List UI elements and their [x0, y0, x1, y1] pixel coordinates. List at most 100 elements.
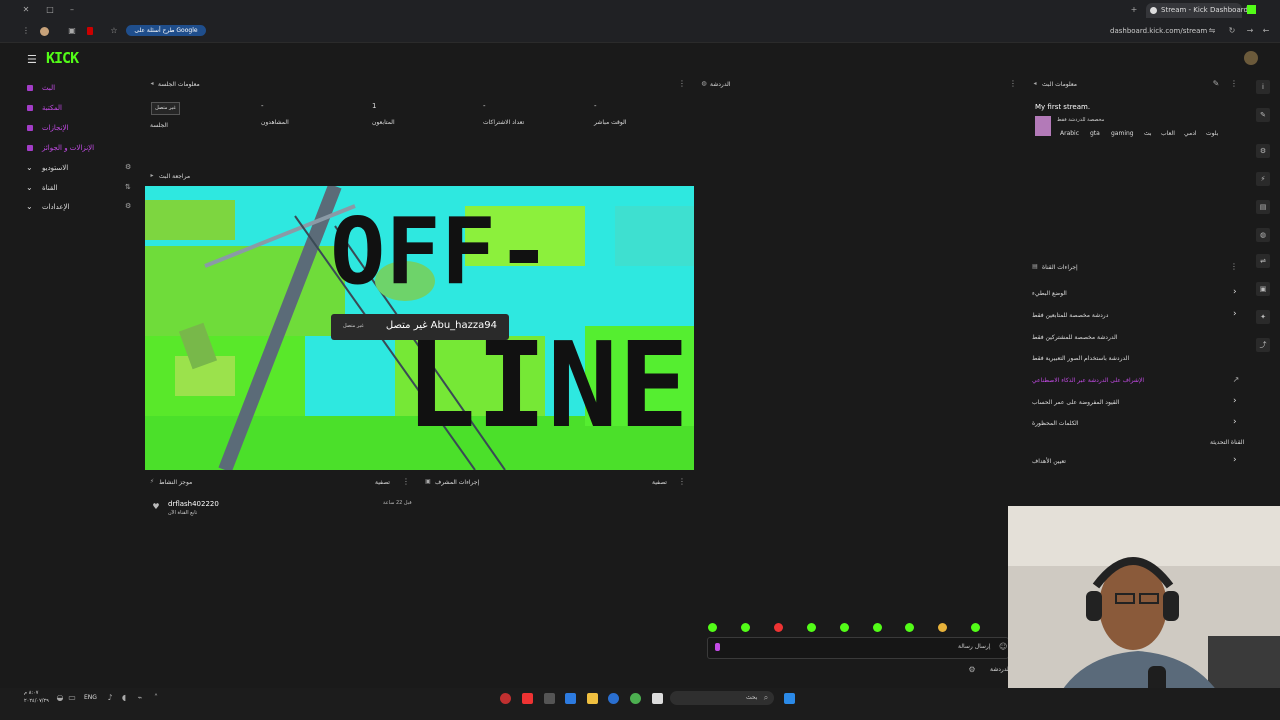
chevron-up-icon[interactable]: ˄: [152, 694, 160, 702]
chat-menu-icon[interactable]: ⋮: [1009, 80, 1017, 88]
action-followers-only[interactable]: دردشة مخصصة للمتابعين فقط: [1032, 312, 1108, 319]
info-rail-icon[interactable]: i: [1256, 80, 1270, 94]
youtube-app-icon[interactable]: [522, 693, 533, 704]
share-rail-icon[interactable]: ⤴: [1256, 338, 1270, 352]
settings-rail-icon[interactable]: ⚙: [1256, 144, 1270, 158]
session-menu-icon[interactable]: ⋮: [678, 80, 686, 88]
tools-rail-icon[interactable]: ✦: [1256, 310, 1270, 324]
activity-menu-icon[interactable]: ⋮: [402, 478, 410, 486]
menu-dots-icon[interactable]: ⋮: [22, 27, 30, 35]
chevron-right-icon[interactable]: ›: [1233, 396, 1237, 406]
action-subscribers-only[interactable]: الدردشة مخصصة للمشتركين فقط: [1032, 334, 1117, 341]
hamburger-menu-icon[interactable]: ☰: [27, 53, 37, 66]
emote-icon[interactable]: [873, 623, 882, 632]
emote-icon[interactable]: [971, 623, 980, 632]
action-set-goals[interactable]: تعيين الأهداف: [1032, 458, 1066, 465]
studio-icon: ⚙: [125, 163, 132, 171]
chevron-right-icon[interactable]: ›: [1233, 287, 1237, 297]
chrome-app-icon[interactable]: [630, 693, 641, 704]
panel-rail-icon[interactable]: ▣: [1256, 282, 1270, 296]
stream-info-menu-icon[interactable]: ⋮: [1230, 80, 1238, 88]
new-tab-icon[interactable]: +: [1130, 6, 1138, 14]
emote-icon[interactable]: [807, 623, 816, 632]
sidebar-item-stream[interactable]: البث: [42, 84, 55, 92]
emote-icon[interactable]: [708, 623, 717, 632]
edit-pencil-icon[interactable]: ✎: [1212, 80, 1220, 88]
chevron-right-icon[interactable]: ›: [1233, 455, 1237, 465]
edge-app-icon[interactable]: [608, 693, 619, 704]
emoji-icon[interactable]: ☺: [999, 643, 1007, 651]
emote-icon[interactable]: [938, 623, 947, 632]
back-icon[interactable]: ←: [1262, 27, 1270, 35]
app-icon[interactable]: [544, 693, 555, 704]
taskbar-search[interactable]: [670, 691, 774, 705]
user-avatar[interactable]: [1244, 51, 1258, 65]
sidebar-item-library[interactable]: المكتبة: [42, 104, 62, 112]
sidebar-section-studio[interactable]: الاستوديو: [42, 164, 68, 172]
site-settings-icon[interactable]: ⇋: [1208, 27, 1216, 35]
profile-avatar[interactable]: [40, 27, 49, 36]
language-indicator[interactable]: ENG: [84, 694, 97, 701]
chevron-down-icon[interactable]: ⌄: [26, 202, 33, 211]
tab-kick-dashboard[interactable]: Stream - Kick Dashboard: [1146, 3, 1248, 18]
chevron-right-icon[interactable]: ›: [1233, 417, 1237, 427]
sidebar-section-settings[interactable]: الإعدادات: [42, 203, 69, 211]
action-account-age[interactable]: القيود المفروضة على عمر الحساب: [1032, 399, 1119, 406]
close-window-icon[interactable]: ✕: [22, 6, 30, 14]
mod-filter[interactable]: تصفية: [652, 479, 667, 486]
action-ai-moderation[interactable]: الإشراف على الدردشة عبر الذكاء الاصطناعي: [1032, 377, 1144, 384]
address-bar[interactable]: dashboard.kick.com/stream: [1110, 27, 1207, 35]
task-view-icon[interactable]: [652, 693, 663, 704]
activity-username[interactable]: drflash402220: [168, 500, 219, 508]
wifi-icon[interactable]: ◒: [56, 694, 64, 702]
file-explorer-icon[interactable]: [587, 693, 598, 704]
action-channel-update[interactable]: القناة التحديثة: [1210, 439, 1244, 446]
emote-icon[interactable]: [774, 623, 783, 632]
restore-window-icon[interactable]: □: [46, 6, 54, 14]
library-icon: [27, 105, 33, 111]
windows-start-icon[interactable]: [784, 693, 795, 704]
volume-icon[interactable]: ◖: [120, 694, 128, 702]
external-link-icon[interactable]: ↗: [1232, 376, 1240, 384]
channel-actions-menu-icon[interactable]: ⋮: [1230, 263, 1238, 271]
extensions-icon[interactable]: ▣: [68, 27, 76, 35]
kick-logo[interactable]: KICK: [46, 49, 79, 67]
connections-rail-icon[interactable]: ⇌: [1256, 254, 1270, 268]
bookmark-star-icon[interactable]: ☆: [110, 27, 118, 35]
sidebar-item-drops[interactable]: الإنزالات و الجوائز: [42, 144, 94, 152]
tab-close-icon[interactable]: [1150, 7, 1157, 14]
chevron-down-icon[interactable]: ⌄: [26, 183, 33, 192]
action-slow-mode[interactable]: الوضع البطيء: [1032, 290, 1067, 297]
chevron-right-icon[interactable]: ›: [1233, 309, 1237, 319]
mod-menu-icon[interactable]: ⋮: [678, 478, 686, 486]
chat-settings-icon[interactable]: ⚙: [968, 666, 976, 674]
emote-icon[interactable]: [840, 623, 849, 632]
emote-icon[interactable]: [741, 623, 750, 632]
action-banned-words[interactable]: الكلمات المحظورة: [1032, 420, 1079, 427]
minimize-window-icon[interactable]: –: [68, 6, 76, 14]
sidebar-section-channel[interactable]: القناة: [42, 184, 58, 192]
google-ask-pill[interactable]: طرح أسئلة على Google: [126, 25, 206, 36]
action-emote-only[interactable]: الدردشة باستخدام الصور التعبيرية فقط: [1032, 355, 1129, 362]
chevron-down-icon[interactable]: ⌄: [26, 163, 33, 172]
extension-red-icon[interactable]: [87, 27, 93, 35]
calendar-app-icon[interactable]: [565, 693, 576, 704]
pencil-rail-icon[interactable]: ✎: [1256, 108, 1270, 122]
emote-icon[interactable]: [905, 623, 914, 632]
document-rail-icon[interactable]: ▤: [1256, 200, 1270, 214]
display-icon[interactable]: ▭: [68, 694, 76, 702]
sidebar-item-achievements[interactable]: الإنجازات: [42, 124, 68, 132]
chat-input-placeholder: إرسال رسالة: [958, 643, 991, 650]
chat-rail-icon[interactable]: ◍: [1256, 228, 1270, 242]
microphone-icon[interactable]: [715, 643, 720, 651]
forward-icon[interactable]: →: [1246, 27, 1254, 35]
taskbar-date[interactable]: ٢٠٢٤/٠٧/٢٩: [24, 698, 49, 704]
tab-title: Stream - Kick Dashboard: [1161, 6, 1248, 14]
network-icon[interactable]: ⌁: [136, 694, 144, 702]
activity-filter[interactable]: تصفية: [375, 479, 390, 486]
mic-tray-icon[interactable]: ♪: [106, 694, 114, 702]
obs-app-icon[interactable]: [500, 693, 511, 704]
taskbar-time[interactable]: ٨:٠٧ م: [24, 690, 38, 696]
lightning-rail-icon[interactable]: ⚡: [1256, 172, 1270, 186]
reload-icon[interactable]: ↻: [1228, 27, 1236, 35]
